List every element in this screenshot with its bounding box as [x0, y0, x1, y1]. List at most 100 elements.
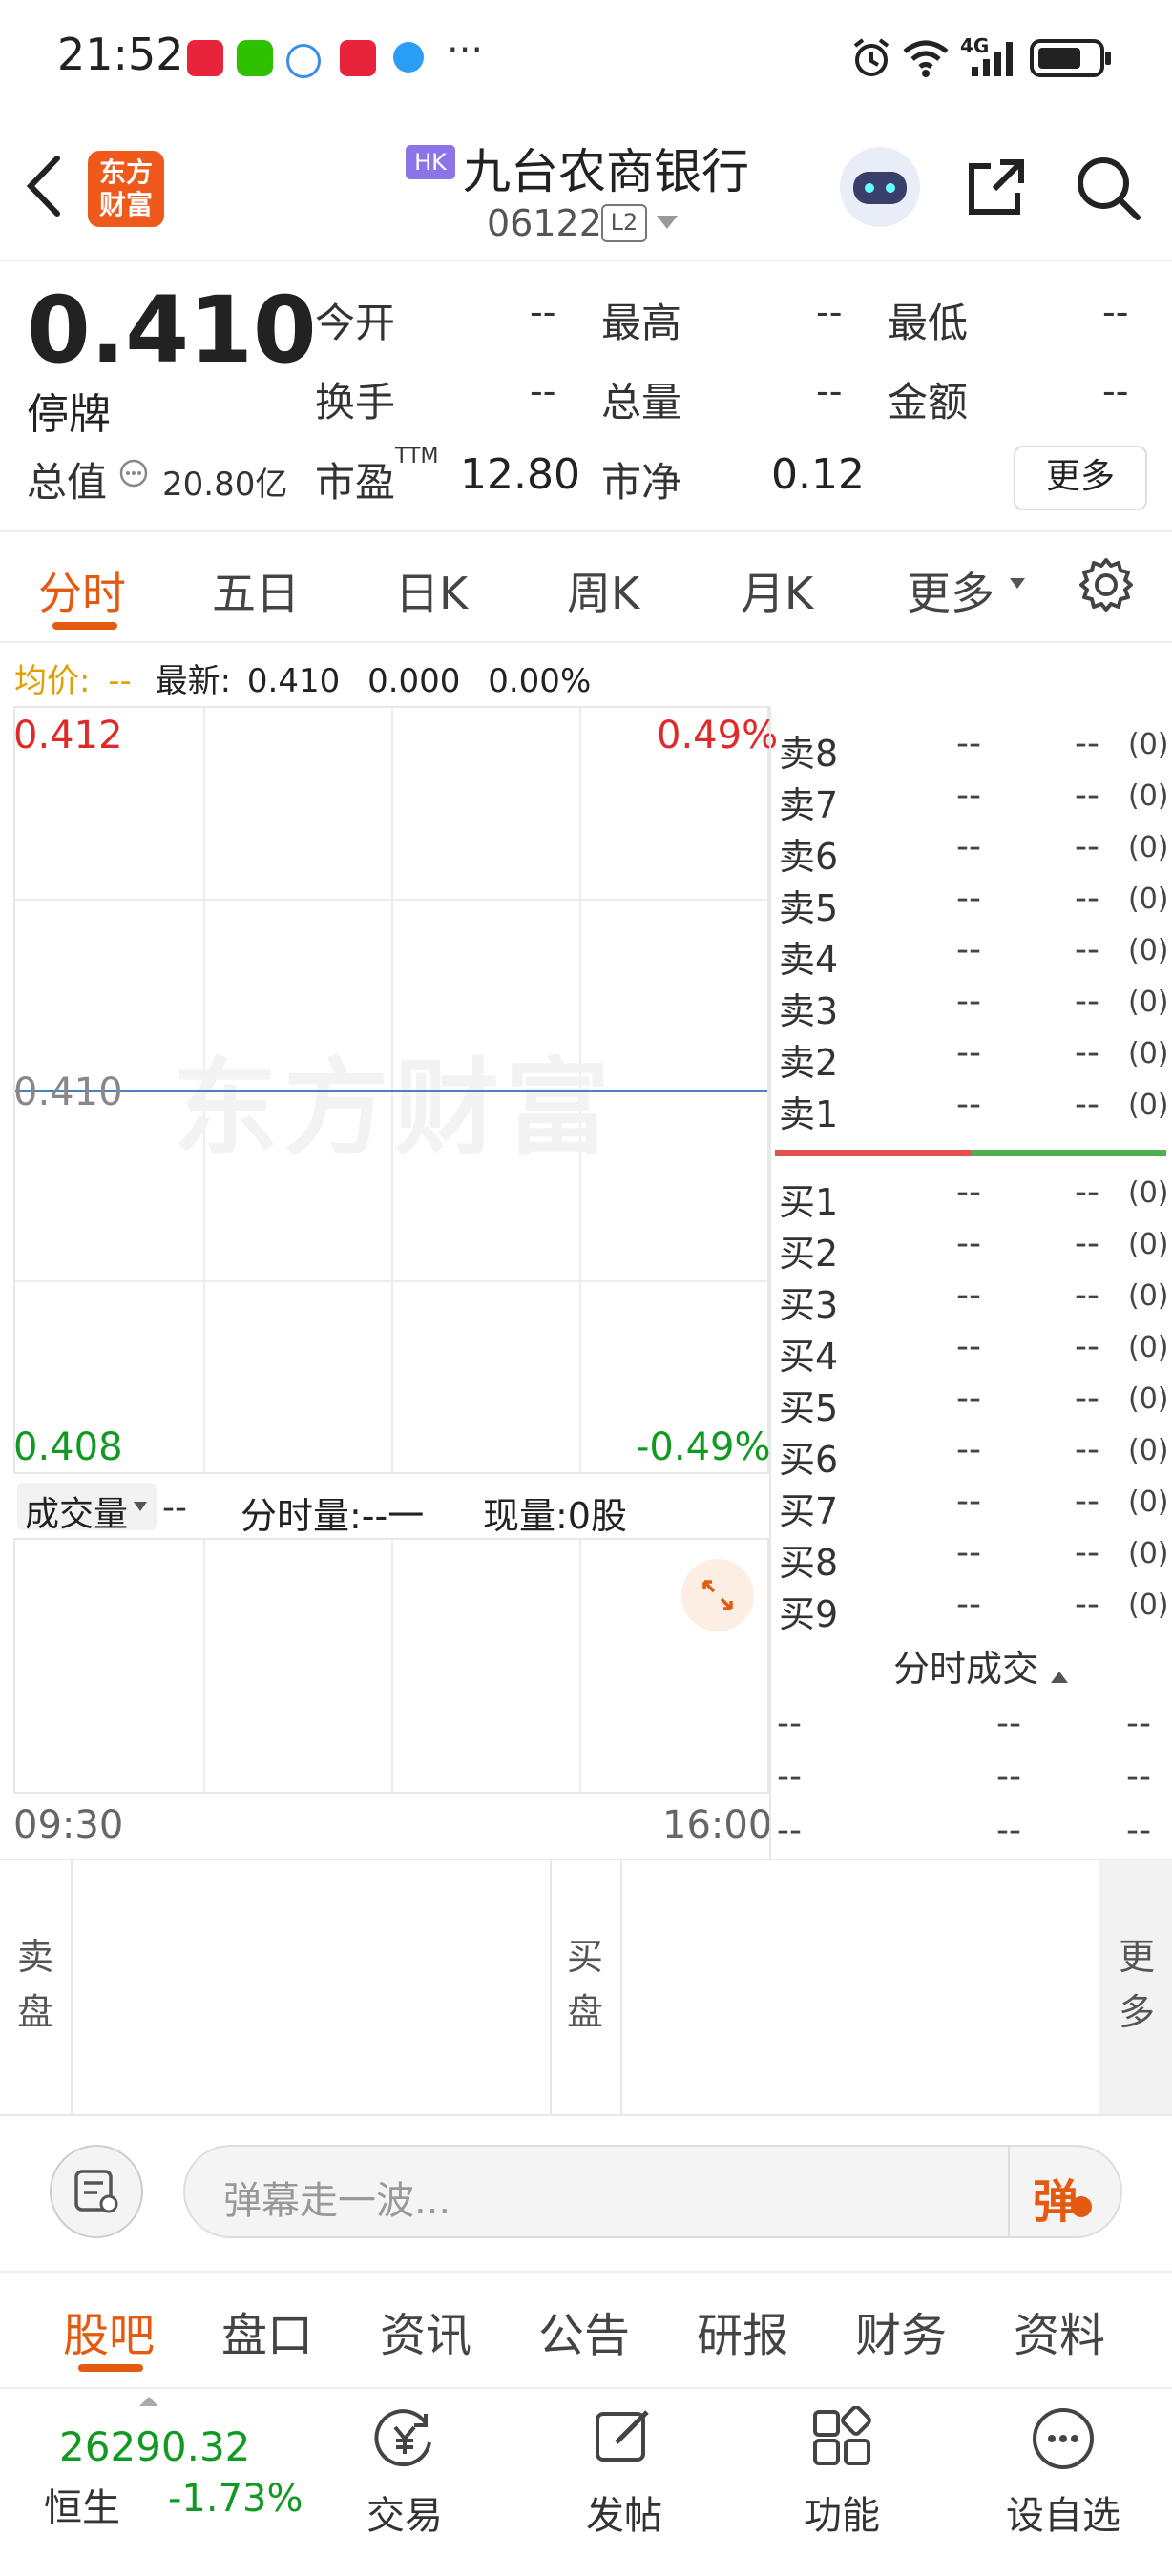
- sell-order-row[interactable]: 卖5 -- -- (0): [775, 875, 1169, 929]
- buy-order-count: (0): [1128, 1331, 1169, 1364]
- sell-order-row[interactable]: 卖6 -- -- (0): [775, 823, 1169, 878]
- chart-watermark: 东方财富: [173, 1048, 616, 1170]
- nav-functions[interactable]: 功能: [794, 2404, 889, 2547]
- sell-order-row[interactable]: 卖8 -- -- (0): [775, 720, 1169, 775]
- tab-weekly-k[interactable]: 周K: [567, 559, 639, 622]
- buy-order-count: (0): [1128, 1589, 1169, 1622]
- buy-order-vol: --: [1075, 1276, 1099, 1315]
- stock-code[interactable]: 06122: [487, 202, 602, 244]
- tab-orderbook[interactable]: 盘口: [221, 2297, 313, 2364]
- buy-order-row[interactable]: 买7 -- -- (0): [775, 1478, 1169, 1532]
- buy-order-label: 买2: [779, 1233, 839, 1275]
- trade-vol: --: [1126, 1811, 1151, 1850]
- trades-title[interactable]: 分时成交: [893, 1639, 1070, 1692]
- buy-order-row[interactable]: 买1 -- -- (0): [775, 1169, 1169, 1223]
- intraday-chart[interactable]: 东方财富: [13, 706, 769, 1474]
- buy-order-row[interactable]: 买5 -- -- (0): [775, 1375, 1169, 1429]
- fenshi-volume: 分时量:--一: [241, 1495, 425, 1537]
- buy-panel-label[interactable]: 买 盘: [567, 1929, 603, 2040]
- assistant-robot-icon[interactable]: [840, 147, 920, 227]
- buy-order-row[interactable]: 买6 -- -- (0): [775, 1426, 1169, 1481]
- sell-order-row[interactable]: 卖3 -- -- (0): [775, 978, 1169, 1032]
- danmaku-input[interactable]: 弹幕走一波... 弹: [183, 2145, 1122, 2238]
- tab-five-day[interactable]: 五日: [212, 559, 300, 622]
- active-tab-indicator: [52, 622, 117, 630]
- more-panel-label[interactable]: 更 多: [1119, 1929, 1155, 2040]
- stat-volume-value: --: [816, 370, 843, 412]
- tab-research[interactable]: 研报: [697, 2297, 788, 2364]
- danmaku-settings-button[interactable]: [50, 2145, 143, 2238]
- nav-post[interactable]: 发帖: [576, 2404, 672, 2547]
- nav-trade-label: 交易: [366, 2494, 443, 2538]
- nav-trade[interactable]: 交易: [357, 2404, 452, 2547]
- status-bar: 21:52 ··· 4G: [0, 0, 1172, 114]
- buy-order-row[interactable]: 买2 -- -- (0): [775, 1220, 1169, 1275]
- buy-order-label: 买4: [779, 1336, 839, 1378]
- tab-intraday[interactable]: 分时: [38, 559, 126, 622]
- edit-icon: [596, 2410, 649, 2462]
- share-icon[interactable]: [962, 153, 1031, 221]
- trade-row: -- -- --: [775, 1754, 1166, 1801]
- prev-close-line: [15, 1090, 767, 1092]
- chevron-down-icon[interactable]: [1008, 576, 1027, 592]
- buy-order-row[interactable]: 买4 -- -- (0): [775, 1323, 1169, 1378]
- buy-order-price: --: [956, 1173, 981, 1212]
- info-icon[interactable]: [118, 458, 149, 488]
- buy-order-label: 买3: [779, 1284, 839, 1326]
- tab-announcements[interactable]: 公告: [538, 2297, 630, 2364]
- sell-order-count: (0): [1128, 934, 1169, 967]
- sell-order-row[interactable]: 卖2 -- -- (0): [775, 1029, 1169, 1084]
- danmaku-settings-icon: [74, 2170, 118, 2213]
- sell-order-price: --: [956, 1033, 981, 1072]
- tab-forum[interactable]: 股吧: [63, 2297, 155, 2364]
- sell-order-vol: --: [1075, 930, 1099, 969]
- expand-icon: [702, 1580, 733, 1610]
- check-badge-icon: [1071, 2196, 1092, 2217]
- volume-chart[interactable]: [13, 1538, 769, 1794]
- volume-selector[interactable]: 成交量: [17, 1483, 157, 1534]
- sell-order-row[interactable]: 卖4 -- -- (0): [775, 926, 1169, 981]
- search-icon[interactable]: [1073, 153, 1145, 225]
- code-dropdown-icon[interactable]: [655, 214, 680, 233]
- buy-order-label: 买6: [779, 1439, 839, 1481]
- wifi-icon: [903, 40, 949, 77]
- level-badge[interactable]: L2: [601, 204, 647, 242]
- tab-more[interactable]: 更多: [907, 559, 994, 622]
- buy-order-row[interactable]: 买9 -- -- (0): [775, 1581, 1169, 1635]
- danmaku-send-button[interactable]: 弹: [1010, 2147, 1120, 2236]
- tab-finance[interactable]: 财务: [855, 2297, 947, 2364]
- tab-profile[interactable]: 资料: [1014, 2297, 1105, 2364]
- sell-order-row[interactable]: 卖1 -- -- (0): [775, 1081, 1169, 1135]
- sell-order-row[interactable]: 卖7 -- -- (0): [775, 772, 1169, 826]
- sell-order-label: 卖4: [779, 939, 839, 981]
- app-logo[interactable]: 东方 财富: [88, 151, 164, 227]
- tab-daily-k[interactable]: 日K: [395, 559, 468, 622]
- tab-news[interactable]: 资讯: [380, 2297, 471, 2364]
- change-pct: 0.00%: [488, 662, 592, 700]
- nav-add-watchlist[interactable]: 设自选: [1002, 2404, 1126, 2547]
- more-stats-button[interactable]: 更多: [1014, 446, 1147, 510]
- trading-status: 停牌: [27, 390, 111, 439]
- settings-gear-icon[interactable]: [1077, 555, 1136, 614]
- sell-order-price: --: [956, 827, 981, 866]
- tab-monthly-k[interactable]: 月K: [741, 559, 813, 622]
- expand-chart-button[interactable]: [681, 1559, 754, 1631]
- buy-order-count: (0): [1128, 1228, 1169, 1261]
- latest-label: 最新:: [155, 662, 232, 700]
- chart-start-time: 09:30: [13, 1803, 124, 1847]
- sell-panel-label[interactable]: 卖 盘: [17, 1929, 53, 2040]
- change-value: 0.000: [367, 662, 461, 700]
- browser-icon: [393, 42, 424, 73]
- stat-high-label: 最高: [601, 300, 682, 346]
- sell-order-price: --: [956, 879, 981, 918]
- chart-top-price: 0.412: [13, 714, 123, 758]
- hsi-index-value[interactable]: 26290.32: [59, 2423, 250, 2470]
- sell-order-vol: --: [1075, 982, 1099, 1021]
- sell-order-label: 卖5: [779, 887, 839, 929]
- buy-order-row[interactable]: 买3 -- -- (0): [775, 1272, 1169, 1326]
- buy-order-row[interactable]: 买8 -- -- (0): [775, 1529, 1169, 1584]
- sell-order-count: (0): [1128, 831, 1169, 864]
- back-arrow-icon[interactable]: [23, 153, 65, 219]
- sell-order-vol: --: [1075, 1033, 1099, 1072]
- hsi-index-change: -1.73%: [168, 2477, 303, 2521]
